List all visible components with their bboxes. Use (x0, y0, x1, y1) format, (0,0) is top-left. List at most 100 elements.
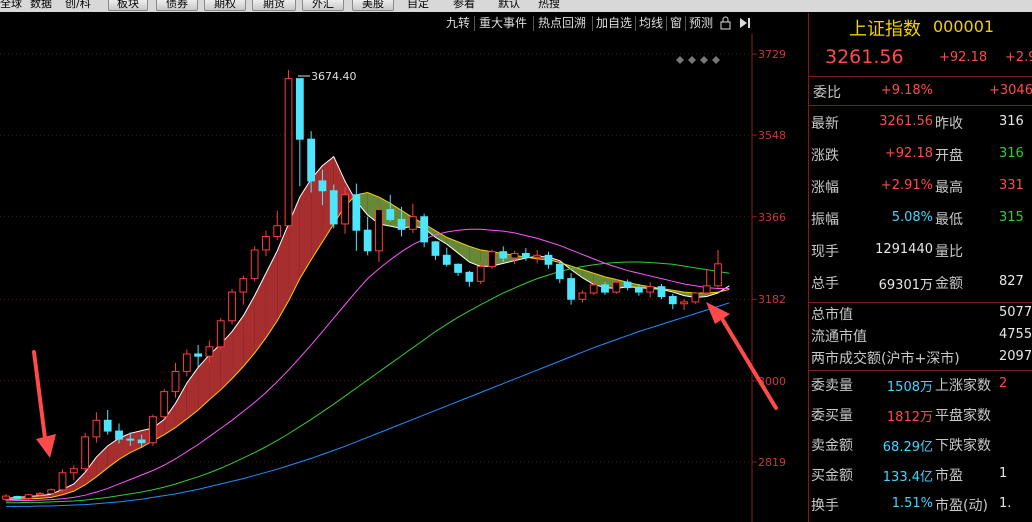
candle-body[interactable] (103, 419, 112, 432)
candle-body[interactable] (295, 78, 304, 140)
candle-body[interactable] (578, 292, 587, 300)
toolbar-window[interactable]: 窗 (670, 15, 682, 32)
market-cap-label: 两市成交额(沪市+深市) (811, 351, 960, 367)
candle-body[interactable] (137, 439, 146, 444)
candle-body[interactable] (555, 263, 564, 280)
candle-body[interactable] (92, 419, 101, 438)
candlesticks[interactable] (2, 70, 722, 502)
candle-body[interactable] (714, 263, 722, 287)
menu-button-forex[interactable]: 外汇 (302, 0, 344, 11)
candle-body[interactable] (228, 291, 236, 322)
candle-body[interactable] (521, 253, 530, 258)
candle-body[interactable] (612, 281, 621, 293)
candle-body[interactable] (2, 495, 10, 500)
candle-body[interactable] (397, 218, 406, 230)
candle-body[interactable] (442, 254, 451, 265)
candle-body[interactable] (24, 494, 33, 499)
candle-body[interactable] (182, 353, 191, 372)
menu-button-option[interactable]: 期权 (204, 0, 246, 11)
quote-row2-value2: 1 (999, 466, 1008, 481)
candle-body[interactable] (589, 284, 598, 294)
candle-body[interactable] (691, 292, 700, 303)
candle-body[interactable] (680, 301, 688, 305)
quote-row-label2: 最低 (935, 212, 963, 228)
candle-body[interactable] (47, 489, 56, 494)
menu-item-star-market[interactable]: 创/科 (65, 0, 91, 9)
toolbar-forecast[interactable]: 预测 (689, 15, 713, 32)
menu-button-us-stock[interactable]: 美股 (352, 0, 394, 11)
toolbar-nine-turn[interactable]: 九转 (446, 15, 470, 32)
candle-body[interactable] (601, 284, 609, 293)
candle-body[interactable] (623, 281, 632, 289)
menu-button-sector[interactable]: 板块 (108, 0, 148, 11)
candle-body[interactable] (634, 287, 643, 293)
menu-item-default[interactable]: 默认 (498, 0, 520, 9)
candle-body[interactable] (250, 249, 259, 280)
candle-body[interactable] (284, 78, 293, 227)
candle-body[interactable] (171, 370, 180, 393)
candle-body[interactable] (646, 286, 655, 293)
quote-row-value2: 827 (999, 274, 1024, 289)
candle-body[interactable] (499, 251, 508, 259)
candle-body[interactable] (567, 278, 575, 300)
candle-body[interactable] (329, 190, 338, 225)
candle-body[interactable] (69, 468, 78, 474)
candle-body[interactable] (126, 438, 135, 441)
menu-item-global[interactable]: 全球 (0, 0, 22, 9)
candle-body[interactable] (454, 263, 462, 273)
chart-option-dots-icon[interactable] (676, 56, 720, 64)
candle-body[interactable] (115, 430, 123, 440)
candle-body[interactable] (160, 391, 169, 418)
candle-body[interactable] (408, 216, 417, 230)
candle-body[interactable] (465, 271, 474, 282)
candle-body[interactable] (273, 225, 282, 237)
toolbar-hotspot-review[interactable]: 热点回溯 (538, 15, 586, 32)
menu-item-custom[interactable]: 自定 (407, 0, 429, 9)
lock-icon[interactable] (719, 16, 732, 33)
quote-row-label2: 金额 (935, 276, 963, 292)
menu-item-data[interactable]: 数据 (30, 0, 52, 9)
candle-body[interactable] (341, 194, 349, 225)
candle-body[interactable] (488, 251, 496, 268)
candle-body[interactable] (262, 235, 270, 251)
menu-item-hot-search[interactable]: 热搜 (538, 0, 560, 9)
candle-body[interactable] (149, 416, 157, 444)
candle-body[interactable] (363, 229, 372, 252)
toolbar-add-watchlist[interactable]: 加自选 (596, 15, 632, 32)
candle-body[interactable] (216, 320, 225, 348)
quote-row2-value: 133.4亿 (882, 470, 933, 485)
candle-body[interactable] (307, 138, 316, 182)
candle-body[interactable] (510, 253, 519, 259)
candle-body[interactable] (375, 209, 383, 252)
candle-body[interactable] (476, 266, 485, 282)
candle-body[interactable] (239, 278, 248, 293)
candle-body[interactable] (13, 496, 22, 499)
candle-body[interactable] (194, 353, 203, 357)
candle-body[interactable] (431, 241, 440, 256)
toolbar-separator (474, 16, 475, 31)
kline-chart[interactable]: 372935483366318230002819 3674.40 (0, 34, 808, 522)
menu-item-view[interactable]: 参看 (453, 0, 475, 9)
candle-body[interactable] (657, 286, 666, 298)
svg-text:3674.40: 3674.40 (311, 70, 357, 83)
candle-body[interactable] (386, 209, 395, 220)
toolbar-separator (685, 16, 686, 31)
candle-body[interactable] (205, 346, 214, 357)
candle-body[interactable] (544, 254, 553, 265)
divider (809, 302, 1032, 303)
toolbar-major-events[interactable]: 重大事件 (479, 15, 527, 32)
candle-body[interactable] (318, 180, 327, 192)
candle-body[interactable] (702, 285, 711, 294)
annotation-arrow-right (706, 302, 778, 410)
arrow-right-bar-icon[interactable] (738, 16, 752, 33)
candle-body[interactable] (36, 492, 44, 496)
menu-button-bond[interactable]: 债券 (156, 0, 198, 11)
candle-body[interactable] (58, 472, 67, 491)
toolbar-moving-average[interactable]: 均线 (639, 15, 663, 32)
candle-body[interactable] (668, 296, 677, 305)
candle-body[interactable] (352, 194, 361, 231)
candle-body[interactable] (81, 436, 90, 470)
candle-body[interactable] (420, 216, 429, 243)
menu-button-futures[interactable]: 期货 (252, 0, 296, 11)
candle-body[interactable] (533, 254, 542, 258)
